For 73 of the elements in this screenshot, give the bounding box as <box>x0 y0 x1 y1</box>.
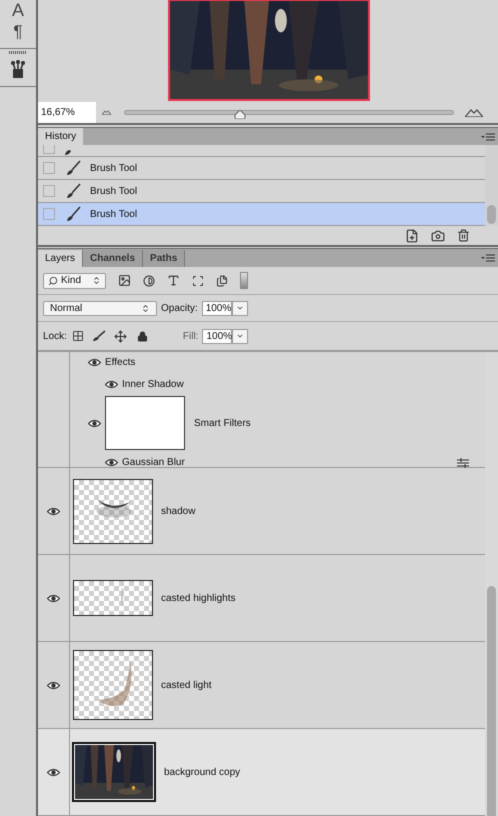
eye-icon[interactable] <box>105 380 118 389</box>
eye-icon[interactable] <box>105 458 118 467</box>
panel-menu-icon[interactable] <box>481 133 495 141</box>
eye-icon[interactable] <box>47 594 60 602</box>
layer-name: casted light <box>161 678 212 692</box>
half-circle-icon[interactable] <box>143 274 155 286</box>
tool-button[interactable]: ¶ <box>13 23 23 40</box>
eye-icon[interactable] <box>88 418 101 428</box>
caret-icon <box>141 304 150 312</box>
caret-icon <box>236 304 244 312</box>
caret-icon <box>92 276 101 285</box>
eye-icon[interactable] <box>47 768 60 776</box>
effect-label: Inner Shadow <box>122 378 184 392</box>
lock-label: Lock: <box>43 330 67 344</box>
shape-icon[interactable] <box>192 274 204 286</box>
layer-row[interactable]: casted highlights <box>38 555 485 642</box>
eye-icon[interactable] <box>47 506 60 516</box>
effects-label: Effects <box>105 356 136 370</box>
scrollbar-thumb[interactable] <box>487 586 496 816</box>
opacity-field[interactable]: 100% <box>202 300 232 316</box>
image-icon[interactable] <box>118 274 131 287</box>
small-mountain-icon[interactable] <box>102 110 110 115</box>
filter-options-icon[interactable] <box>457 458 469 468</box>
tool-button[interactable]: A <box>12 1 24 19</box>
kind-dropdown[interactable]: Kind <box>43 272 106 288</box>
layer-row[interactable]: background copy <box>38 729 485 816</box>
search-icon <box>48 276 58 286</box>
blend-mode-dropdown[interactable]: Normal <box>43 300 157 316</box>
fill-dropdown-button[interactable] <box>232 328 248 344</box>
opacity-label: Opacity: <box>161 302 198 316</box>
camera-icon[interactable] <box>431 228 445 242</box>
panel-grip[interactable] <box>9 51 27 54</box>
panel-tab[interactable]: Paths <box>143 250 186 267</box>
layer-row[interactable]: casted light <box>38 642 485 729</box>
type-icon[interactable] <box>167 274 180 287</box>
lock-icon[interactable] <box>136 330 148 342</box>
scrollbar[interactable] <box>485 145 498 226</box>
new-document-icon[interactable] <box>405 228 419 242</box>
scrollbar-thumb[interactable] <box>487 205 496 224</box>
move-icon[interactable] <box>114 330 127 342</box>
fill-field[interactable]: 100% <box>202 328 232 344</box>
filter-label: Gaussian Blur <box>122 456 186 470</box>
history-label: Brush Tool <box>90 184 138 198</box>
history-label: Brush Tool <box>90 162 138 176</box>
history-label: Brush Tool <box>90 208 138 222</box>
zoom-field[interactable]: 16,67% <box>38 102 96 123</box>
brush-icon <box>65 160 81 176</box>
slider-thumb[interactable] <box>234 110 246 119</box>
smart-object-icon[interactable] <box>216 274 228 286</box>
panel-tab[interactable]: Layers <box>38 250 84 267</box>
brush-icon <box>65 206 81 222</box>
history-item[interactable]: Brush Tool <box>38 203 485 226</box>
history-item[interactable]: Brush Tool <box>38 157 485 180</box>
lock-transparency-icon[interactable] <box>72 330 84 342</box>
layer-name: casted highlights <box>161 592 236 606</box>
trash-icon[interactable] <box>457 229 470 242</box>
history-tab[interactable]: History <box>38 128 84 145</box>
caret-icon <box>236 332 244 340</box>
panel-tab[interactable]: Channels <box>83 250 144 267</box>
smart-filters-label: Smart Filters <box>194 416 251 430</box>
layer-row[interactable]: shadow <box>38 468 485 555</box>
large-mountain-icon[interactable] <box>465 108 483 116</box>
filter-toggle[interactable] <box>240 272 248 289</box>
eye-icon[interactable] <box>47 680 60 690</box>
eye-icon[interactable] <box>88 358 101 367</box>
layer-name: shadow <box>161 504 196 518</box>
opacity-dropdown-button[interactable] <box>232 300 248 316</box>
brush-icon <box>65 183 81 199</box>
brush-icon[interactable] <box>92 330 106 342</box>
panel-menu-icon[interactable] <box>481 254 495 262</box>
layer-name: background copy <box>164 766 240 780</box>
brushes-icon[interactable] <box>10 60 26 78</box>
fill-label: Fill: <box>182 330 198 344</box>
